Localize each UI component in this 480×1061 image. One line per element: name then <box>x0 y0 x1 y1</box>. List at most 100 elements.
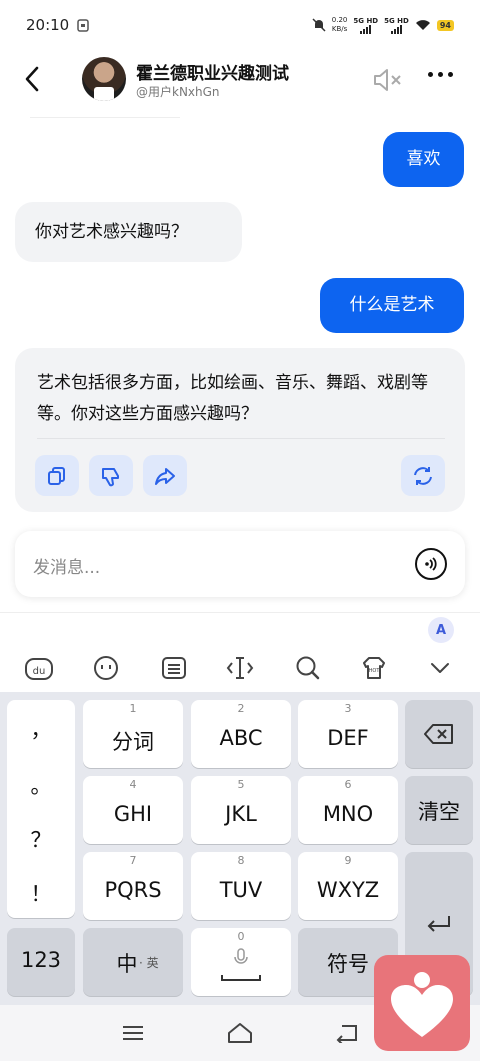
status-right: 0.20 KB/s 5G HD 5G HD 94 <box>312 16 454 34</box>
message-input[interactable]: 发消息... <box>33 553 100 578</box>
clear-key[interactable]: 清空 <box>405 776 473 844</box>
cursor-button[interactable] <box>224 653 256 683</box>
punctuation-column[interactable]: ， 。 ？ ！ <box>7 700 75 918</box>
back-nav-button[interactable] <box>333 1019 361 1047</box>
skin-button[interactable]: HOT <box>358 653 390 683</box>
key-number: 6 <box>344 778 352 791</box>
menu-nav-button[interactable] <box>119 1019 147 1047</box>
menu-icon <box>123 1026 143 1040</box>
back-nav-icon <box>336 1025 357 1043</box>
home-icon <box>228 1023 252 1043</box>
emoji-face-icon <box>94 656 118 680</box>
user-message[interactable]: 喜欢 <box>383 132 464 187</box>
collapse-icon <box>431 663 449 673</box>
message-input-box[interactable]: 发消息... <box>15 531 465 597</box>
collapse-keyboard-button[interactable] <box>424 653 456 683</box>
key-number: 3 <box>344 702 352 715</box>
regenerate-button[interactable] <box>401 455 445 496</box>
key-8[interactable]: 8 TUV <box>191 852 291 920</box>
dislike-icon <box>102 467 119 486</box>
share-icon <box>155 467 175 485</box>
search-icon <box>296 656 320 680</box>
regenerate-icon <box>414 466 432 485</box>
key-label: 分词 <box>112 730 154 754</box>
key-label: ABC <box>219 726 263 750</box>
message-text[interactable]: 艺术包括很多方面，比如绘画、音乐、舞蹈、戏剧等等。你对这些方面感兴趣吗？ <box>37 368 437 430</box>
enter-icon <box>427 916 450 932</box>
message-text: 什么是艺术 <box>349 295 435 315</box>
bot-avatar[interactable] <box>82 57 126 101</box>
message-text: 你对艺术感兴趣吗？ <box>35 222 188 242</box>
mute-button[interactable] <box>372 67 404 93</box>
copy-button[interactable] <box>35 455 79 496</box>
sim2-label: 5G HD <box>384 16 409 25</box>
status-bar: 20:10 0.20 KB/s 5G HD 5G HD 94 <box>0 0 480 50</box>
number-mode-key[interactable]: 123 <box>7 928 75 996</box>
floating-widget[interactable] <box>374 955 470 1051</box>
chat-header: 霍兰德职业兴趣测试 @用户kNxhGn <box>0 50 480 112</box>
punctuation-key[interactable]: 。 <box>7 770 75 800</box>
sim1-label: 5G HD <box>353 16 379 25</box>
key-number: 5 <box>237 778 245 791</box>
divider <box>30 117 180 118</box>
key-9[interactable]: 9 WXYZ <box>298 852 398 920</box>
punctuation-key[interactable]: ！ <box>7 878 75 908</box>
sim1-signal: 5G HD <box>353 17 378 34</box>
hot-skin-icon: HOT <box>363 657 385 679</box>
chat-subtitle: @用户kNxhGn <box>136 85 220 99</box>
home-nav-button[interactable] <box>226 1019 254 1047</box>
dislike-button[interactable] <box>89 455 133 496</box>
key-number: 8 <box>237 854 245 867</box>
emoji-button[interactable] <box>90 653 122 683</box>
search-button[interactable] <box>292 653 324 683</box>
backspace-icon <box>424 724 453 744</box>
language-switch-key[interactable]: 中 · 英 <box>83 928 183 996</box>
voice-input-button[interactable] <box>415 548 447 580</box>
key-label: TUV <box>219 878 263 902</box>
key-label: DEF <box>327 726 369 750</box>
key-number: 2 <box>237 702 245 715</box>
message-text: 喜欢 <box>406 149 441 169</box>
key-number: 4 <box>129 778 137 791</box>
status-left: 20:10 <box>26 16 89 34</box>
user-message[interactable]: 什么是艺术 <box>320 278 464 333</box>
key-number: 0 <box>237 930 245 943</box>
key-label: 清空 <box>418 800 460 824</box>
signal-bars-icon <box>360 24 372 34</box>
back-arrow-icon <box>25 66 39 92</box>
layout-button[interactable] <box>158 653 190 683</box>
battery-level: 94 <box>436 19 454 31</box>
cursor-icon <box>226 657 254 679</box>
key-label: PQRS <box>104 878 162 902</box>
space-key[interactable]: 0 <box>191 928 291 996</box>
wifi-icon <box>415 20 430 30</box>
copy-icon <box>48 466 65 485</box>
ime-toolbar: A du HOT <box>0 612 480 692</box>
share-button[interactable] <box>143 455 187 496</box>
key-label: JKL <box>225 802 257 826</box>
key-1[interactable]: 1 分词 <box>83 700 183 768</box>
bot-message: 艺术包括很多方面，比如绘画、音乐、舞蹈、戏剧等等。你对这些方面感兴趣吗？ <box>15 348 465 512</box>
key-4[interactable]: 4 GHI <box>83 776 183 844</box>
key-label: GHI <box>113 802 153 826</box>
back-button[interactable] <box>16 62 48 96</box>
key-number: 1 <box>129 702 137 715</box>
key-5[interactable]: 5 JKL <box>191 776 291 844</box>
punctuation-key[interactable]: ， <box>7 714 75 744</box>
key-sublabel: · 英 <box>139 956 159 970</box>
net-speed-value: 0.20 <box>331 16 348 24</box>
svg-text:HOT: HOT <box>369 668 381 674</box>
key-7[interactable]: 7 PQRS <box>83 852 183 920</box>
net-speed: 0.20 KB/s <box>332 16 348 34</box>
key-2[interactable]: 2 ABC <box>191 700 291 768</box>
bot-message[interactable]: 你对艺术感兴趣吗？ <box>15 202 242 262</box>
key-3[interactable]: 3 DEF <box>298 700 398 768</box>
key-6[interactable]: 6 MNO <box>298 776 398 844</box>
status-time: 20:10 <box>26 16 70 34</box>
more-options-button[interactable] <box>428 72 453 77</box>
punctuation-key[interactable]: ？ <box>7 824 75 854</box>
chat-title: 霍兰德职业兴趣测试 <box>136 64 289 84</box>
du-emoji-button[interactable]: du <box>23 653 55 683</box>
ime-assistant-button[interactable]: A <box>428 617 454 643</box>
backspace-key[interactable] <box>405 700 473 768</box>
